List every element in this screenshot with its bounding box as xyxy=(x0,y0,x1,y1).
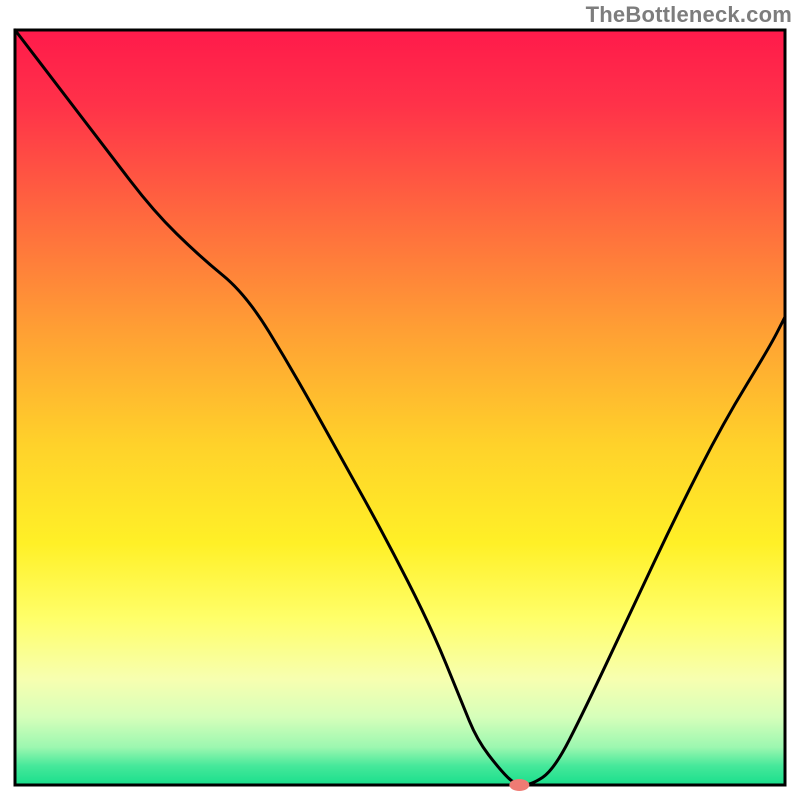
optimal-point-marker xyxy=(509,779,529,791)
watermark-text: TheBottleneck.com xyxy=(586,2,792,28)
chart-frame: TheBottleneck.com xyxy=(0,0,800,800)
plot-background xyxy=(15,30,785,785)
bottleneck-chart xyxy=(0,0,800,800)
